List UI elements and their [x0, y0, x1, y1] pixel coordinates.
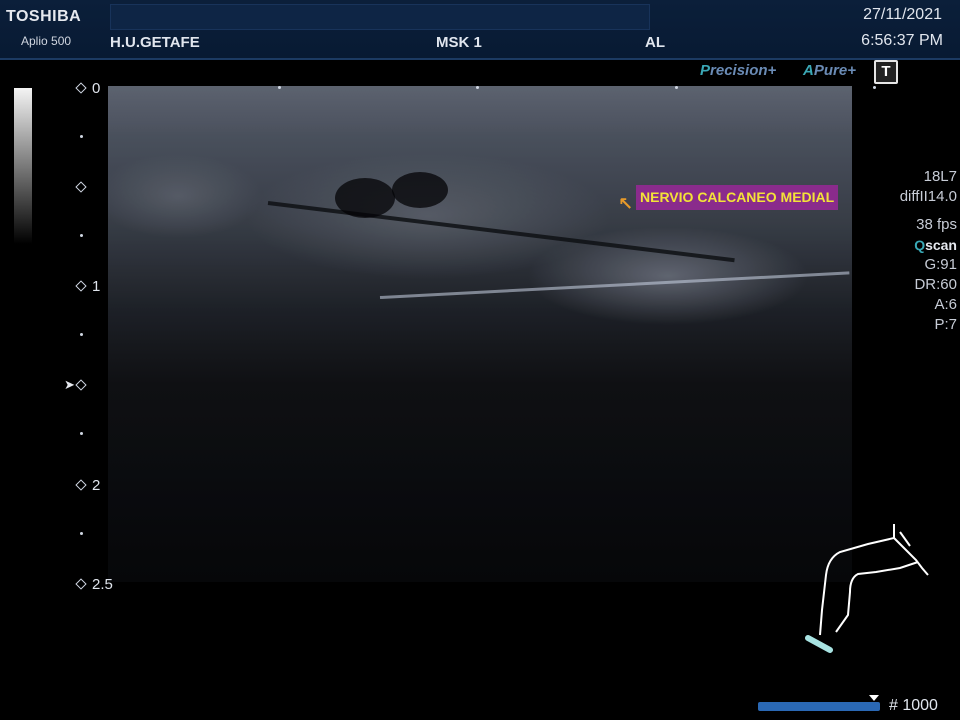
hospital-name: H.U.GETAFE	[110, 34, 200, 51]
probe-name: 18L7	[923, 168, 957, 185]
fascia-band	[267, 201, 735, 263]
p-value: P:7	[934, 316, 957, 333]
depth-label: 0	[92, 80, 101, 97]
annotation-label[interactable]: NERVIO CALCANEO MEDIAL	[636, 185, 839, 210]
exam-date: 27/11/2021	[863, 6, 942, 23]
precision-plus-indicator: Precision+	[700, 62, 777, 79]
depth-tick-minor	[80, 333, 83, 336]
depth-tick-major	[75, 82, 87, 94]
annotation-arrow-icon[interactable]: ↖	[618, 194, 633, 215]
acquisition-parameters: 18L7 diffII14.0 38 fps Qscan G:91 DR:60 …	[900, 167, 957, 335]
probe-position-icon	[805, 635, 833, 653]
depth-label: 2.5	[92, 576, 113, 593]
exam-time: 6:56:37 PM	[861, 32, 943, 49]
patient-info-bar	[110, 4, 650, 30]
imaging-mode: diffII14.0	[899, 188, 957, 205]
depth-tick-major	[75, 181, 87, 193]
focus-marker-icon[interactable]: ➤	[64, 377, 75, 393]
cine-progress-bar[interactable]	[758, 702, 880, 711]
depth-tick-major	[75, 280, 87, 292]
vessel-structure	[392, 172, 448, 208]
operator-initials: AL	[645, 34, 665, 51]
brand-logo: TOSHIBA	[6, 8, 82, 25]
a-value: A:6	[934, 296, 957, 313]
apure-plus-indicator: APure+	[803, 62, 856, 79]
text-mode-icon[interactable]: T	[874, 60, 898, 84]
preset-name: MSK 1	[436, 34, 482, 51]
frame-count: # 1000	[889, 697, 938, 714]
depth-tick-minor	[80, 135, 83, 138]
depth-tick-major	[75, 479, 87, 491]
depth-label: 1	[92, 278, 101, 295]
qscan-indicator: Qscan	[914, 237, 957, 253]
gain-value: G:91	[924, 256, 957, 273]
depth-tick-minor	[80, 234, 83, 237]
model-name: Aplio 500	[21, 34, 72, 48]
lateral-scale-dot	[873, 86, 876, 89]
vessel-structure	[335, 178, 395, 218]
lateral-scale-dot	[278, 86, 281, 89]
bone-echo-line	[379, 271, 850, 299]
ultrasound-image[interactable]	[108, 86, 852, 582]
dynamic-range-value: DR:60	[914, 276, 957, 293]
depth-label: 2	[92, 477, 101, 494]
leg-bodymark-icon	[805, 524, 929, 653]
lateral-scale-dot	[476, 86, 479, 89]
depth-tick-minor	[80, 432, 83, 435]
header-bar: TOSHIBA Aplio 500 H.U.GETAFE MSK 1 AL 27…	[0, 0, 960, 60]
depth-tick-major	[75, 379, 87, 391]
lateral-scale-dot	[675, 86, 678, 89]
cine-position-marker[interactable]	[868, 695, 879, 701]
depth-tick-minor	[80, 532, 83, 535]
frame-rate: 38 fps	[916, 216, 957, 233]
depth-tick-major	[75, 578, 87, 590]
grayscale-bar	[14, 88, 32, 244]
